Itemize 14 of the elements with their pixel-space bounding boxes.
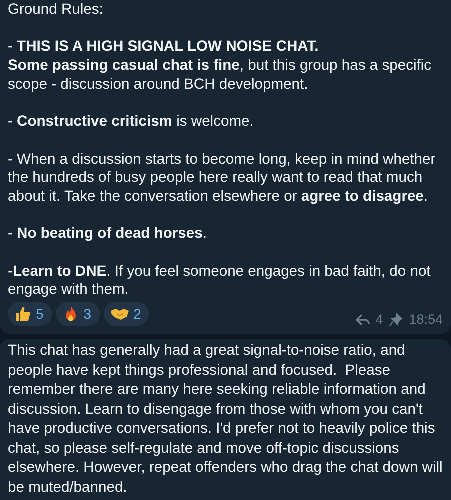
reaction-button[interactable]: 5 [8, 302, 52, 326]
message-text: - Constructive criticism is welcome. [8, 113, 255, 132]
message-text: - When a discussion starts to become long, keep in mind whether the hundreds of busy people here really want to read that much about it. Take the conversation elsewhere or agree to disagree. [8, 150, 437, 207]
thumbs-up-icon [14, 305, 32, 324]
message-text: -Learn to DNE. If you feel someone engages in bad faith, do not engage with them. [8, 262, 432, 300]
reaction-button[interactable]: 3 [56, 302, 100, 326]
message-text: This chat has generally had a great signal-to-noise ratio, and people have kept things professional and focused. Please remember there are many here seeking reliable information and discussion. Learn to disengage from those with whom you can't have productive conversations. I'd prefer not to heavily police this chat, so please self-regulate and move off-topic discussions elsewhere. However, repeat offenders who drag the chat down will be muted/banned. [8, 342, 443, 498]
message-time: 18:54 [409, 312, 443, 328]
reply-count: 4 [376, 312, 384, 328]
message-text: - No beating of dead horses. [8, 225, 208, 244]
message-text: - THIS IS A HIGH SIGNAL LOW NOISE CHAT. Some passing casual chat is fine, but this group has a specific scope - discussion around BCH development. [8, 38, 433, 94]
message-text: Ground Rules: [8, 1, 104, 20]
reaction-button[interactable]: 2 [104, 302, 150, 326]
reply-icon[interactable] [356, 314, 370, 326]
